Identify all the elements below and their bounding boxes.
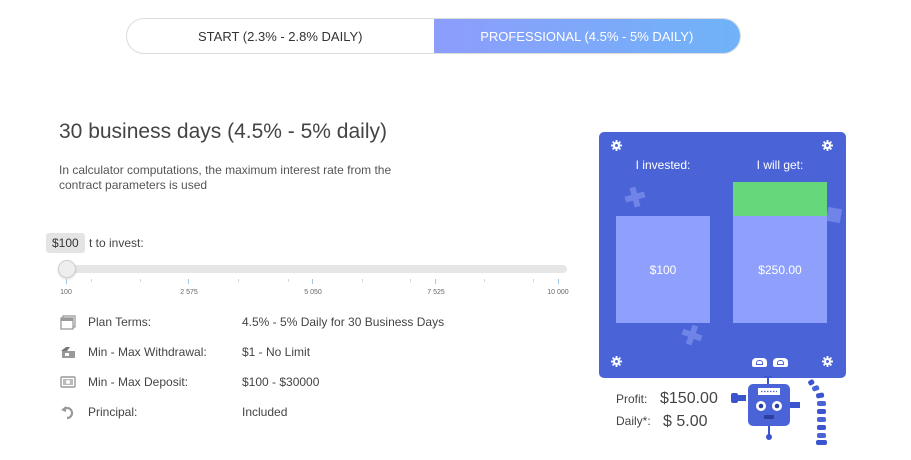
gear-icon	[611, 140, 622, 151]
slider-tick-label: 10 000	[547, 289, 569, 296]
profit-bar	[733, 182, 827, 216]
amount-label: t to invest:	[89, 236, 144, 250]
slider-tick-label: 2 575	[180, 289, 198, 296]
daily-value: $ 5.00	[663, 413, 708, 430]
plan-description: In calculator computations, the maximum …	[59, 163, 392, 192]
slider-minor-tick	[533, 279, 534, 282]
invested-amount: $100	[649, 262, 677, 277]
banknote-icon	[59, 374, 77, 390]
get-heading: I will get:	[756, 158, 804, 172]
deposit-value: $100 - $30000	[242, 375, 320, 389]
slider-tick-label: 5 050	[304, 289, 322, 296]
slider-minor-tick	[238, 279, 239, 282]
slider-track[interactable]	[62, 265, 567, 273]
document-stack-icon	[59, 314, 77, 330]
robot-eye-icon	[752, 358, 767, 367]
withdraw-cash-icon	[59, 344, 77, 360]
daily-label: Daily*:	[616, 414, 651, 428]
plan-terms-row: Plan Terms: 4.5% - 5% Daily for 30 Busin…	[59, 312, 444, 332]
slider-tooltip: $100	[46, 233, 85, 253]
plan-terms-value: 4.5% - 5% Daily for 30 Business Days	[242, 315, 445, 329]
return-bar: $250.00	[733, 216, 827, 323]
withdrawal-label: Min - Max Withdrawal:	[88, 345, 207, 359]
slider-tick-label: 7 525	[427, 289, 445, 296]
profit-label: Profit:	[616, 392, 648, 406]
plus-decoration-icon	[624, 186, 646, 208]
slider-minor-tick	[410, 279, 411, 282]
slider-minor-tick	[362, 279, 363, 282]
withdrawal-row: Min - Max Withdrawal: $1 - No Limit	[59, 342, 310, 362]
slider-tick	[312, 279, 313, 284]
profit-value: $150.00	[660, 390, 718, 407]
principal-row: Principal: Included	[59, 402, 287, 422]
plus-decoration-icon	[681, 324, 703, 346]
principal-label: Principal:	[88, 405, 138, 419]
slider-minor-tick	[288, 279, 289, 282]
slider-minor-tick	[91, 279, 92, 282]
deposit-row: Min - Max Deposit: $100 - $30000	[59, 372, 319, 392]
plan-tabs: START (2.3% - 2.8% DAILY) PROFESSIONAL (…	[126, 18, 741, 54]
calculator-panel: I invested: I will get: $100 $250.00	[599, 132, 846, 378]
tab-start-plan[interactable]: START (2.3% - 2.8% DAILY)	[127, 19, 434, 53]
return-arrow-icon	[59, 404, 77, 420]
slider-tick-label: 100	[60, 289, 72, 296]
slider-tick	[188, 279, 189, 284]
slider-handle[interactable]	[58, 260, 76, 278]
gear-icon	[822, 140, 833, 151]
deposit-label: Min - Max Deposit:	[88, 375, 189, 389]
return-amount: $250.00	[758, 262, 802, 277]
invested-heading: I invested:	[635, 158, 691, 172]
tab-professional-plan[interactable]: PROFESSIONAL (4.5% - 5% DAILY)	[433, 19, 740, 53]
robot-mascot-icon	[731, 376, 827, 445]
invested-bar: $100	[616, 216, 710, 323]
plan-title: 30 business days (4.5% - 5% daily)	[59, 120, 387, 143]
withdrawal-value: $1 - No Limit	[242, 345, 311, 359]
slider-minor-tick	[484, 279, 485, 282]
robot-eye-icon	[773, 358, 788, 367]
slider-minor-tick	[140, 279, 141, 282]
gear-icon	[611, 356, 622, 367]
slider-tick	[66, 279, 67, 284]
slider-tick	[435, 279, 436, 284]
slider-tick	[558, 279, 559, 284]
principal-value: Included	[242, 405, 288, 419]
gear-icon	[822, 356, 833, 367]
square-decoration	[825, 206, 843, 224]
plan-terms-label: Plan Terms:	[88, 315, 152, 329]
